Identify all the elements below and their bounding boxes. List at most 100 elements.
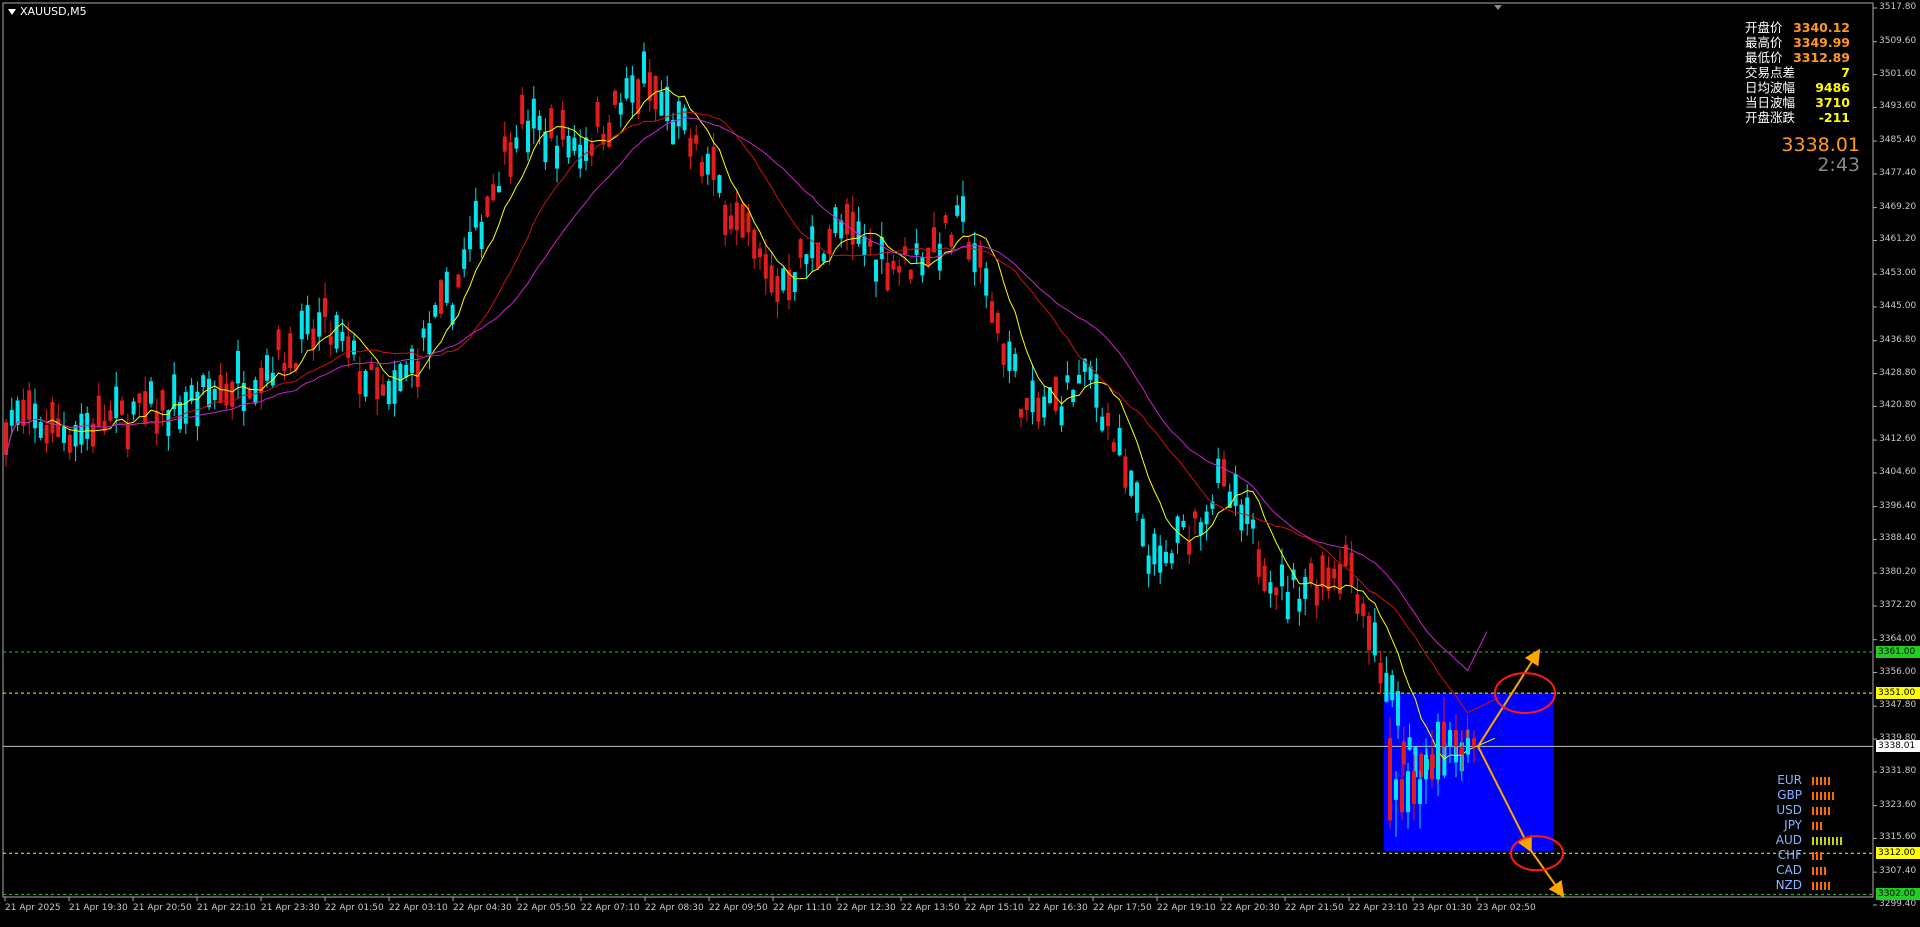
bull-candle	[961, 196, 965, 222]
bear-candle	[1460, 746, 1464, 755]
bull-candle	[79, 413, 84, 445]
bear-candle	[1193, 511, 1197, 519]
currency-name: JPY	[1784, 818, 1802, 832]
bear-candle	[1019, 408, 1023, 418]
bear-candle	[729, 215, 733, 230]
bear-candle	[1309, 563, 1313, 583]
bear-candle	[1111, 442, 1116, 452]
bull-candle	[305, 305, 310, 335]
bull-candle	[427, 323, 432, 355]
bear-candle	[1187, 541, 1192, 555]
time-tick-label: 22 Apr 16:30	[1029, 903, 1088, 913]
currency-strength-panel: EUR GBP USD JPY AUD CHF CAD NZD	[1772, 773, 1842, 893]
bear-candle	[966, 242, 971, 260]
bull-candle	[1164, 551, 1168, 564]
currency-name: AUD	[1775, 833, 1802, 847]
bull-candle	[537, 115, 542, 131]
bull-candle	[543, 131, 548, 163]
bear-candle	[827, 228, 832, 254]
plot-frame	[2, 2, 1874, 898]
price-tick-label: 3299.40	[1879, 899, 1917, 909]
bear-candle	[740, 204, 745, 238]
bull-candle	[792, 272, 797, 293]
time-tick-label: 22 Apr 23:10	[1349, 903, 1408, 913]
bull-candle	[984, 268, 989, 296]
bear-candle	[247, 388, 252, 399]
down-arrow-icon	[1529, 848, 1565, 898]
bear-candle	[769, 265, 774, 293]
bull-candle	[473, 200, 478, 228]
bull-candle	[1268, 582, 1273, 594]
strength-bar	[1824, 806, 1826, 815]
currency-row: EUR	[1772, 773, 1842, 788]
bull-candle	[1140, 518, 1145, 547]
bear-candle	[1361, 603, 1366, 616]
bull-candle	[299, 310, 304, 340]
bull-candle	[1117, 428, 1122, 456]
candle-timer: 2:43	[1817, 154, 1860, 176]
bull-candle	[572, 137, 577, 151]
bear-candle	[1036, 397, 1041, 422]
strength-bar	[1820, 851, 1822, 860]
bull-candle	[1048, 387, 1052, 404]
bear-candle	[44, 424, 49, 444]
bear-candle	[891, 260, 896, 270]
bull-candle	[1042, 396, 1047, 418]
info-label: 日均波幅	[1745, 80, 1796, 95]
bull-candle	[317, 312, 322, 337]
shift-marker-icon[interactable]	[1494, 5, 1502, 10]
bull-candle	[874, 259, 878, 282]
bull-candle	[1390, 675, 1395, 701]
price-tick-label: 3501.60	[1879, 68, 1917, 79]
bear-candle	[491, 184, 496, 201]
chart-window[interactable]: XAUUSD,M5 开盘价 3340.12 最高价 3349.99 最低价 3312.89…	[0, 0, 1920, 927]
bull-candle	[172, 374, 177, 410]
level-tag: 3302.00	[1876, 888, 1920, 901]
bull-candle	[555, 145, 559, 169]
bear-candle	[381, 384, 385, 396]
price-tick-label: 3445.00	[1879, 301, 1917, 311]
bear-candle	[224, 383, 229, 406]
strength-bar	[1820, 836, 1822, 845]
bear-candle	[995, 313, 1000, 334]
bull-candle	[386, 380, 391, 405]
strength-bar	[1832, 836, 1834, 845]
bull-candle	[497, 185, 501, 193]
bear-candle	[323, 298, 327, 317]
bear-candle	[850, 211, 855, 245]
bull-candle	[781, 268, 786, 291]
dropdown-triangle-icon[interactable]	[8, 9, 16, 15]
bull-candle	[73, 424, 78, 447]
quote-info-panel: 开盘价 3340.12 最高价 3349.99 最低价 3312.89 交易点差 7 日均波幅 9…	[1745, 20, 1850, 125]
bull-candle	[1251, 519, 1255, 529]
bull-candle	[717, 175, 722, 193]
info-value: -211	[1818, 110, 1850, 125]
bull-candle	[421, 328, 426, 338]
price-tick-label: 3485.40	[1879, 135, 1917, 146]
time-tick-label: 21 Apr 2025	[5, 903, 61, 913]
bear-candle	[375, 367, 380, 400]
strength-bar	[1816, 866, 1818, 875]
strength-bar	[1824, 866, 1826, 875]
bear-candle	[549, 108, 554, 139]
time-tick-label: 21 Apr 22:10	[197, 903, 256, 913]
level-tag: 3312.00	[1876, 847, 1920, 860]
bear-candle	[1053, 376, 1058, 411]
price-tick-label: 3372.20	[1879, 600, 1917, 610]
bull-candle	[862, 236, 867, 256]
price-tick-label: 3477.40	[1879, 167, 1917, 178]
strength-bar	[1824, 881, 1826, 890]
bear-candle	[1001, 343, 1006, 365]
bull-candle	[114, 386, 119, 419]
price-chart[interactable]	[0, 0, 1920, 927]
bull-candle	[1436, 721, 1440, 780]
bear-candle	[990, 301, 994, 323]
current-price: 3338.01	[1781, 134, 1860, 156]
bull-candle	[149, 381, 153, 404]
time-tick-label: 22 Apr 03:10	[389, 903, 448, 913]
bear-candle	[752, 229, 757, 259]
bear-candle	[502, 136, 507, 152]
time-tick-label: 23 Apr 02:50	[1477, 903, 1536, 913]
symbol-title: XAUUSD,M5	[8, 5, 87, 18]
price-tick-label: 3509.60	[1879, 35, 1917, 46]
